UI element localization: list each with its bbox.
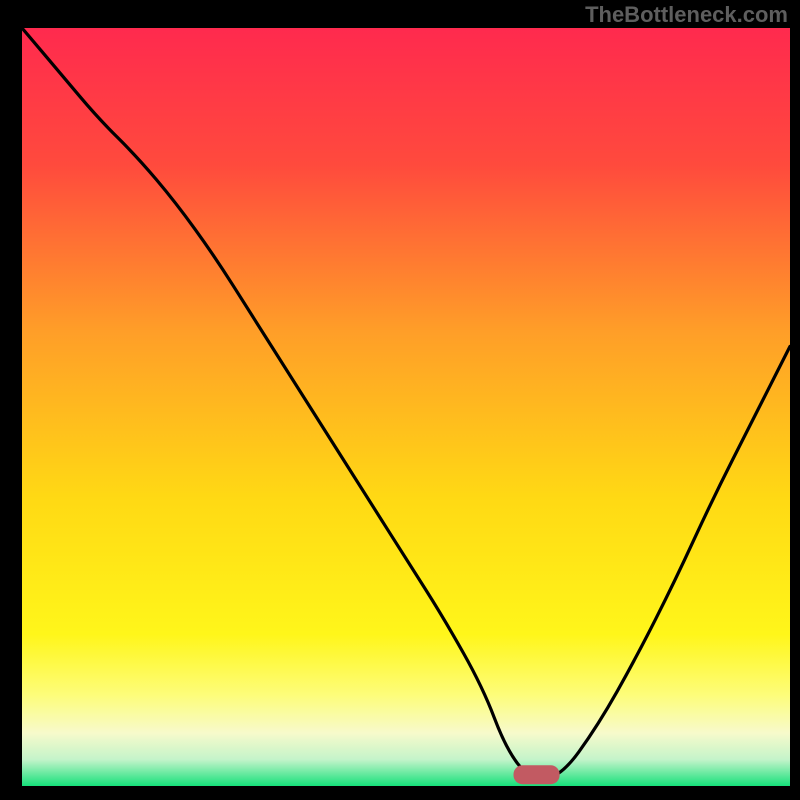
bottleneck-curve-chart bbox=[0, 0, 800, 800]
plot-gradient-background bbox=[22, 28, 790, 786]
optimal-point-marker bbox=[514, 765, 560, 784]
chart-container: TheBottleneck.com bbox=[0, 0, 800, 800]
watermark-label: TheBottleneck.com bbox=[585, 2, 788, 28]
